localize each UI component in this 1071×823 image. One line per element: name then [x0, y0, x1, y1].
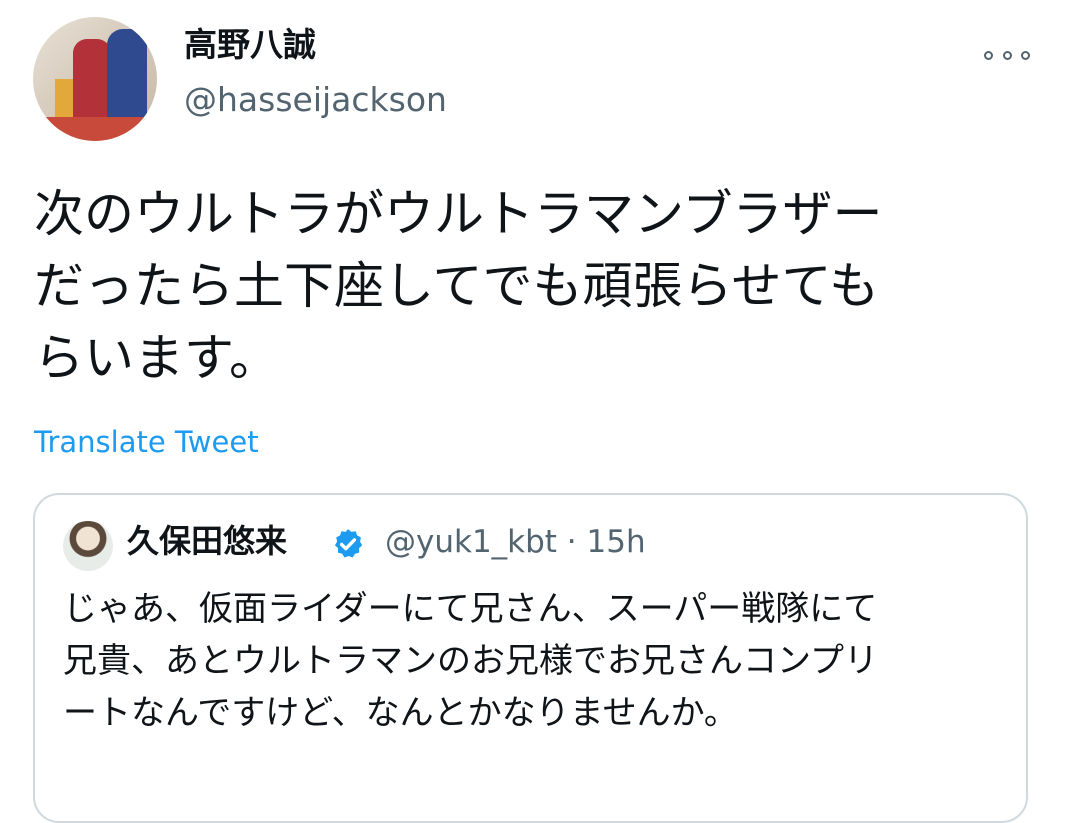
- author-avatar[interactable]: [33, 17, 157, 141]
- quoted-author-name[interactable]: 久保田悠来: [127, 525, 287, 557]
- verified-badge-icon: [334, 529, 363, 558]
- quoted-tweet[interactable]: 久保田悠来 @yuk1_kbt · 15h じゃあ、仮面ライダーにて兄さん、スー…: [33, 493, 1028, 823]
- author-handle[interactable]: @hasseijackson: [184, 83, 447, 116]
- quoted-author-avatar[interactable]: [63, 521, 113, 571]
- translate-tweet-link[interactable]: Translate Tweet: [34, 425, 259, 459]
- more-options-icon[interactable]: [984, 42, 1030, 68]
- tweet-text: 次のウルトラがウルトラマンブラザー だったら土下座してでも頑張らせても らいます…: [34, 185, 883, 387]
- quoted-author-handle[interactable]: @yuk1_kbt · 15h: [385, 527, 646, 558]
- quoted-tweet-text: じゃあ、仮面ライダーにて兄さん、スーパー戦隊にて 兄貴、あとウルトラマンのお兄様…: [63, 589, 878, 733]
- author-name[interactable]: 高野八誠: [184, 28, 316, 61]
